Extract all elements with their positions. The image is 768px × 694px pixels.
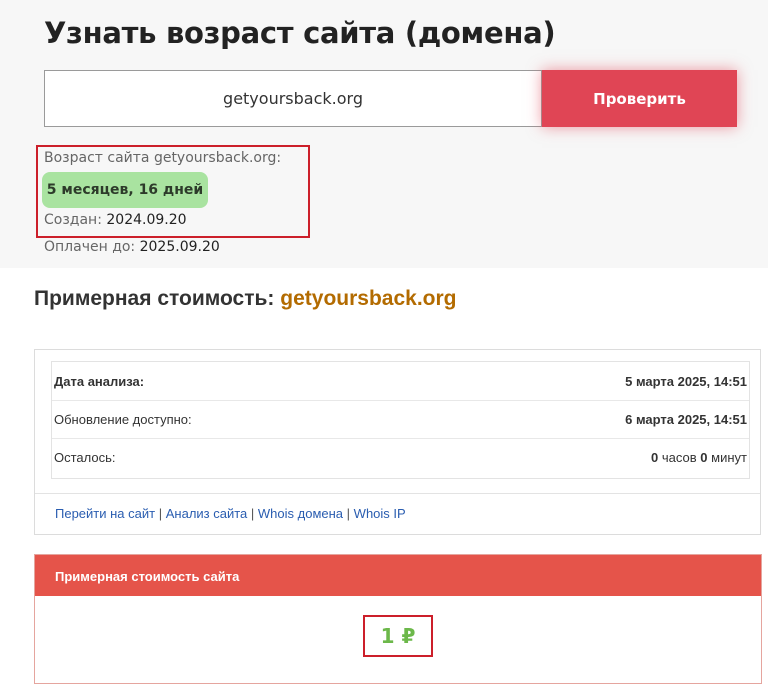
row-value: 5 марта 2025, 14:51: [625, 374, 747, 389]
cost-card-title: Примерная стоимость сайта: [55, 569, 240, 584]
link-separator: |: [346, 506, 351, 521]
table-row: Дата анализа: 5 марта 2025, 14:51: [52, 362, 749, 401]
cost-value: 1 ₽: [380, 624, 416, 648]
hours-word: часов: [661, 450, 697, 465]
highlight-box-cost: 1 ₽: [363, 615, 433, 657]
paid-date: 2025.09.20: [139, 239, 220, 255]
link-go-to-site[interactable]: Перейти на сайт: [55, 506, 155, 521]
estimate-heading-prefix: Примерная стоимость:: [34, 287, 275, 310]
link-whois-ip[interactable]: Whois IP: [354, 506, 406, 521]
paid-label: Оплачен до:: [44, 239, 136, 255]
site-links: Перейти на сайт | Анализ сайта | Whois д…: [55, 506, 406, 521]
table-row: Осталось: 0 часов 0 минут: [52, 438, 749, 478]
row-label: Обновление доступно:: [54, 412, 192, 427]
top-section: Узнать возраст сайта (домена) Проверить …: [0, 0, 768, 268]
highlight-box-age: [36, 145, 310, 238]
row-label: Дата анализа:: [54, 374, 145, 389]
link-separator: |: [250, 506, 255, 521]
link-separator: |: [158, 506, 163, 521]
link-site-analysis[interactable]: Анализ сайта: [166, 506, 248, 521]
cost-card: Примерная стоимость сайта 1 ₽: [34, 554, 762, 684]
remaining-minutes: 0: [700, 450, 708, 465]
row-value-remaining: 0 часов 0 минут: [651, 450, 747, 465]
info-table: Дата анализа: 5 марта 2025, 14:51 Обновл…: [51, 361, 750, 479]
table-row: Обновление доступно: 6 марта 2025, 14:51: [52, 400, 749, 439]
paid-line: Оплачен до: 2025.09.20: [44, 239, 220, 255]
check-button[interactable]: Проверить: [542, 70, 737, 127]
domain-input[interactable]: [44, 70, 542, 127]
minutes-word: минут: [711, 450, 747, 465]
row-value: 6 марта 2025, 14:51: [625, 412, 747, 427]
cost-card-header: Примерная стоимость сайта: [35, 555, 761, 596]
link-whois-domain[interactable]: Whois домена: [258, 506, 343, 521]
estimate-heading: Примерная стоимость: getyoursback.org: [34, 287, 457, 311]
info-card: Дата анализа: 5 марта 2025, 14:51 Обновл…: [34, 349, 761, 535]
card-divider: [35, 493, 760, 494]
row-label: Осталось:: [54, 450, 116, 465]
page-title: Узнать возраст сайта (домена): [44, 16, 556, 50]
estimate-heading-domain: getyoursback.org: [280, 287, 457, 310]
remaining-hours: 0: [651, 450, 659, 465]
